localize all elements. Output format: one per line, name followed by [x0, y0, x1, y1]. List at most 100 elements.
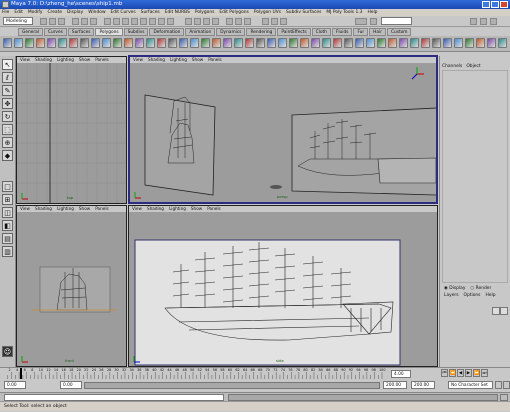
shelf-tool-icon[interactable] — [36, 38, 45, 48]
shelf-tool-icon[interactable] — [366, 38, 375, 48]
shelf-tool-icon[interactable] — [421, 38, 430, 48]
character-set-menu[interactable]: No Character Set — [448, 381, 493, 389]
shelf-tool-icon[interactable] — [410, 38, 419, 48]
shelf-tool-icon[interactable] — [487, 38, 496, 48]
tab-surfaces[interactable]: Surfaces — [67, 28, 95, 36]
snap-plane-icon[interactable] — [212, 18, 219, 25]
rotate-tool-icon[interactable]: ↻ — [2, 111, 13, 122]
tab-custom[interactable]: Custom — [387, 28, 412, 36]
shelf-tool-icon[interactable] — [388, 38, 397, 48]
shelf-tool-icon[interactable] — [3, 38, 12, 48]
scale-tool-icon[interactable]: ⬚ — [2, 124, 13, 135]
tab-general[interactable]: General — [18, 28, 43, 36]
tab-polygons[interactable]: Polygons — [95, 28, 123, 36]
shelf-tool-icon[interactable] — [245, 38, 254, 48]
menu-help[interactable]: Help — [485, 293, 495, 298]
tab-hair[interactable]: Hair — [369, 28, 386, 36]
viewport-front[interactable]: View Shading Lighting Show Panels front — [16, 205, 127, 367]
selection-field-mode-icon[interactable] — [355, 18, 367, 25]
viewport-persp[interactable]: View Shading Lighting Show Panels persp — [128, 55, 438, 204]
menu-edit-curves[interactable]: Edit Curves — [111, 9, 136, 16]
playback-end-field[interactable]: 200.00 — [383, 381, 407, 389]
single-perspective-layout-icon[interactable]: □ — [2, 181, 13, 192]
shelf-tool-icon[interactable] — [465, 38, 474, 48]
mask-render-icon[interactable] — [158, 18, 165, 25]
shelf-tool-icon[interactable] — [355, 38, 364, 48]
quick-selection-field[interactable] — [381, 17, 412, 25]
close-button[interactable] — [500, 1, 508, 8]
menu-surfaces[interactable]: Surfaces — [141, 9, 160, 16]
viewport-top[interactable]: View Shading Lighting Show Panels top — [16, 56, 127, 204]
tab-deformation[interactable]: Deformation — [149, 28, 185, 36]
manipulator-tool-icon[interactable]: ⊕ — [2, 137, 13, 148]
shelf-tool-icon[interactable] — [179, 38, 188, 48]
menu-modify[interactable]: Modify — [28, 9, 43, 16]
shelf-tool-icon[interactable] — [146, 38, 155, 48]
shelf-tool-icon[interactable] — [344, 38, 353, 48]
shelf-tool-icon[interactable] — [322, 38, 331, 48]
menu-edit-polygons[interactable]: Edit Polygons — [219, 9, 248, 16]
shelf-tool-icon[interactable] — [80, 38, 89, 48]
show-attribute-editor-icon[interactable] — [470, 18, 477, 25]
current-time-field[interactable]: 4.00 — [391, 370, 411, 378]
render-globals-icon[interactable] — [280, 18, 287, 25]
shelf-tool-icon[interactable] — [25, 38, 34, 48]
shelf-tool-icon[interactable] — [289, 38, 298, 48]
viewport-side[interactable]: View Shading Lighting Show Panels side — [128, 205, 438, 367]
mask-joint-icon[interactable] — [113, 18, 120, 25]
shelf-tool-icon[interactable] — [201, 38, 210, 48]
outputs-icon[interactable] — [244, 18, 251, 25]
play-back-icon[interactable]: ◀ — [457, 369, 464, 377]
tab-curves[interactable]: Curves — [43, 28, 67, 36]
script-editor-icon[interactable] — [500, 394, 508, 401]
animation-prefs-icon[interactable] — [503, 381, 510, 389]
tab-rendering[interactable]: Rendering — [246, 28, 277, 36]
select-hierarchy-icon[interactable] — [72, 18, 79, 25]
play-forward-icon[interactable]: ▶ — [465, 369, 472, 377]
mask-misc-icon[interactable] — [167, 18, 174, 25]
menu-file[interactable]: File — [2, 9, 9, 16]
render-radio[interactable]: ○ Render — [470, 286, 491, 291]
shelf-tool-icon[interactable] — [476, 38, 485, 48]
tab-dynamics[interactable]: Dynamics — [216, 28, 246, 36]
shelf-tool-icon[interactable] — [102, 38, 111, 48]
time-slider[interactable]: 2 4 6 8 10 12 14 16 18 20 22 24 26 28 30 32 34 36 38 40 42 44… — [0, 367, 510, 379]
shelf-tool-icon[interactable] — [377, 38, 386, 48]
save-scene-icon[interactable] — [58, 18, 65, 25]
render-icon[interactable] — [262, 18, 269, 25]
shelf-tool-icon[interactable] — [113, 38, 122, 48]
shelf-tool-icon[interactable] — [212, 38, 221, 48]
maximize-button[interactable] — [491, 1, 499, 8]
select-component-icon[interactable] — [90, 18, 97, 25]
shelf-tool-icon[interactable] — [234, 38, 243, 48]
shelf-tool-icon[interactable] — [333, 38, 342, 48]
ipr-render-icon[interactable] — [271, 18, 278, 25]
menu-create[interactable]: Create — [47, 9, 62, 16]
mask-dynamic-icon[interactable] — [149, 18, 156, 25]
last-tool-icon[interactable]: ◆ — [2, 150, 13, 161]
menu-window[interactable]: Window — [88, 9, 105, 16]
go-to-end-icon[interactable]: ⏭ — [481, 369, 488, 377]
step-forward-icon[interactable]: ⏩ — [473, 369, 480, 377]
tab-painteffects[interactable]: PaintEffects — [277, 28, 311, 36]
shelf-tool-icon[interactable] — [223, 38, 232, 48]
shelf-tool-icon[interactable] — [443, 38, 452, 48]
outliner-layout-icon[interactable]: ▥ — [2, 246, 13, 257]
persp-outliner-layout-icon[interactable]: ◫ — [2, 207, 13, 218]
animation-end-field[interactable]: 200.00 — [411, 381, 435, 389]
menu-polygon-uvs[interactable]: Polygon UVs — [254, 9, 281, 16]
select-tool-icon[interactable]: ↖ — [2, 59, 13, 70]
mask-deform-icon[interactable] — [140, 18, 147, 25]
show-tool-settings-icon[interactable] — [480, 18, 487, 25]
display-radio[interactable]: ◉ Display — [444, 286, 465, 291]
hypershade-layout-icon[interactable]: ▤ — [2, 233, 13, 244]
shelf-tool-icon[interactable] — [157, 38, 166, 48]
tab-cloth[interactable]: Cloth — [311, 28, 331, 36]
inputs-icon[interactable] — [235, 18, 242, 25]
tab-fluids[interactable]: Fluids — [331, 28, 353, 36]
shelf-tool-icon[interactable] — [135, 38, 144, 48]
animation-start-field[interactable]: 0.00 — [4, 381, 26, 389]
snap-point-icon[interactable] — [203, 18, 210, 25]
move-tool-icon[interactable]: ✥ — [2, 98, 13, 109]
menu-layers[interactable]: Layers — [444, 293, 459, 298]
